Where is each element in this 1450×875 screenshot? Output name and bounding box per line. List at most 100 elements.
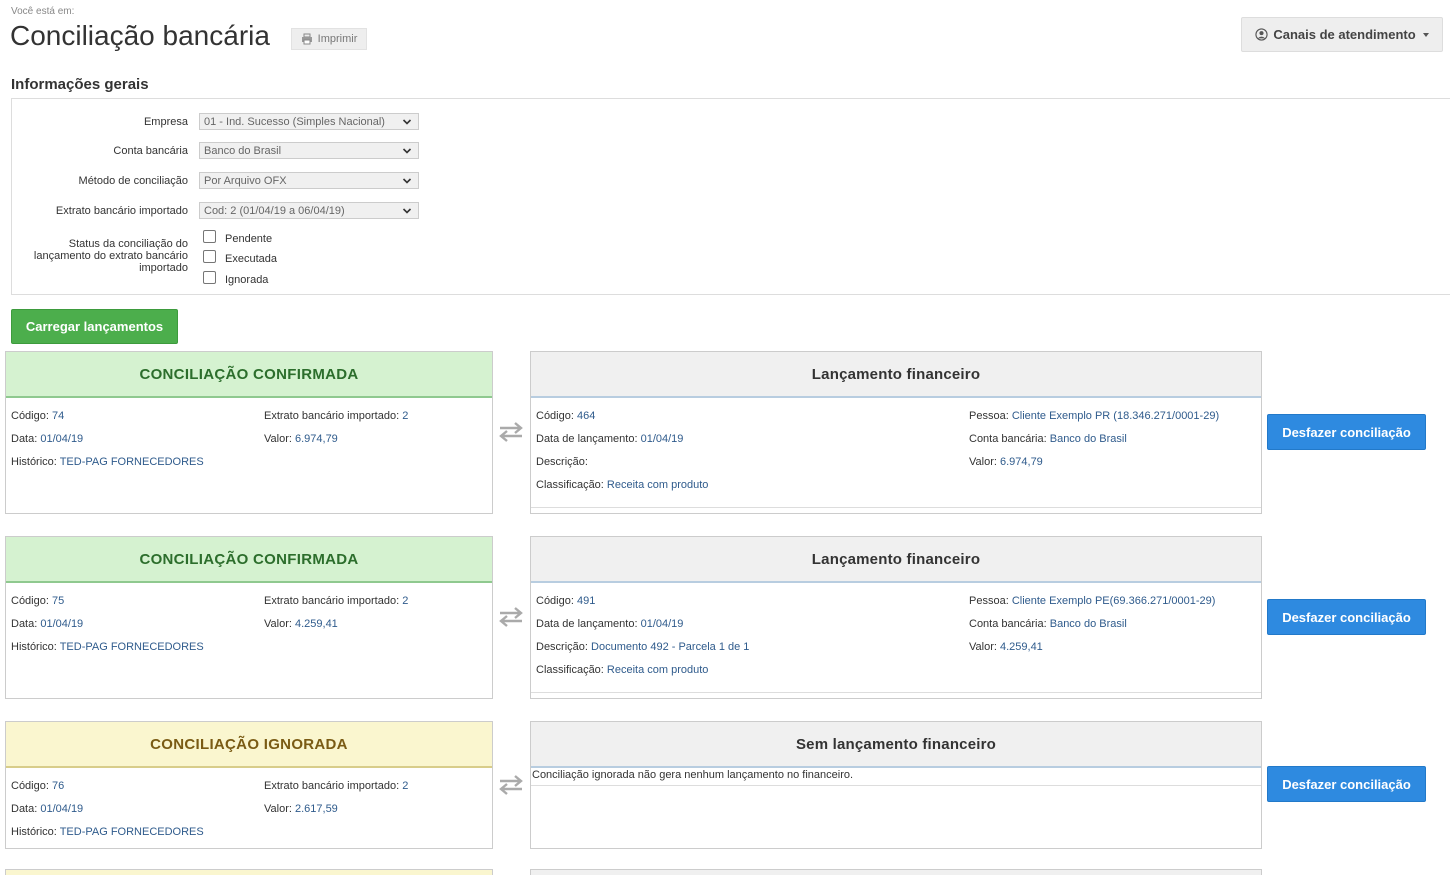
chevron-down-icon	[402, 178, 412, 184]
empresa-label: Empresa	[143, 116, 188, 128]
status-label: Status da conciliação do lançamento do e…	[33, 238, 188, 274]
fin-conta-value: Banco do Brasil	[1049, 618, 1127, 630]
financial-entry-title: Lançamento financeiro	[531, 537, 1261, 583]
metodo-select[interactable]: Por Arquivo OFX	[199, 172, 419, 189]
chevron-down-icon	[402, 208, 412, 214]
reconciliation-card: CONCILIAÇÃO IGNORADA Código: 76 Data: 01…	[5, 721, 493, 849]
canais-de-atendimento-button[interactable]: Canais de atendimento	[1241, 17, 1443, 52]
pendente-label: Pendente	[225, 233, 273, 245]
historico-label: Histórico:	[11, 456, 57, 468]
conta-label: Conta bancária	[113, 145, 188, 157]
fin-classificacao-value: Receita com produto	[606, 664, 709, 676]
historico-field: Histórico: TED-PAG FORNECEDORES	[11, 456, 204, 468]
fin-data-field: Data de lançamento: 01/04/19	[536, 433, 683, 445]
data-value: 01/04/19	[40, 618, 84, 630]
historico-label: Histórico:	[11, 826, 57, 838]
ignorada-checkbox[interactable]	[203, 270, 216, 284]
extrato-select[interactable]: Cod: 2 (01/04/19 a 06/04/19)	[199, 202, 419, 219]
empresa-select[interactable]: 01 - Ind. Sucesso (Simples Nacional)	[199, 113, 419, 130]
fin-descricao-value: Documento 492 - Parcela 1 de 1	[591, 641, 750, 653]
codigo-label: Código:	[11, 780, 49, 792]
fin-pessoa-value: Cliente Exemplo PR (18.346.271/0001-29)	[1011, 410, 1220, 422]
status-option-pendente[interactable]: Pendente	[203, 229, 273, 245]
fin-valor-value: 6.974,79	[999, 456, 1043, 468]
financial-entry-card: Sem lançamento financeiro Conciliação ig…	[530, 721, 1262, 849]
chevron-down-icon	[402, 119, 412, 125]
codigo-field: Código: 74	[11, 410, 64, 422]
fin-classificacao-field: Classificação: Receita com produto	[536, 664, 708, 676]
reconciliation-status: CONCILIAÇÃO CONFIRMADA	[6, 352, 492, 398]
fin-valor-label: Valor:	[969, 456, 997, 468]
financial-entry-card: Lançamento financeiro Código: 491 Data d…	[530, 536, 1262, 699]
section-title: Informações gerais	[11, 76, 149, 93]
fin-valor-field: Valor: 4.259,41	[969, 641, 1043, 653]
fin-data-label: Data de lançamento:	[536, 433, 638, 445]
next-financial-entry-card	[530, 869, 1262, 875]
print-label: Imprimir	[317, 33, 358, 45]
extrato-field: Extrato bancário importado: 2	[264, 410, 408, 422]
fin-codigo-field: Código: 464	[536, 410, 595, 422]
data-value: 01/04/19	[40, 803, 84, 815]
codigo-value: 76	[51, 780, 65, 792]
valor-field: Valor: 4.259,41	[264, 618, 338, 630]
fin-descricao-label: Descrição:	[536, 456, 588, 468]
historico-field: Histórico: TED-PAG FORNECEDORES	[11, 641, 204, 653]
status-option-executada[interactable]: Executada	[203, 249, 277, 265]
exchange-arrows-icon	[499, 775, 523, 795]
fin-classificacao-label: Classificação:	[536, 664, 604, 676]
codigo-field: Código: 75	[11, 595, 64, 607]
exchange-arrows-icon	[499, 607, 523, 627]
fin-pessoa-field: Pessoa: Cliente Exemplo PR (18.346.271/0…	[969, 410, 1219, 422]
valor-field: Valor: 6.974,79	[264, 433, 338, 445]
executada-label: Executada	[225, 253, 277, 265]
print-button[interactable]: Imprimir	[291, 28, 367, 50]
reconciliation-card: CONCILIAÇÃO CONFIRMADA Código: 75 Data: …	[5, 536, 493, 699]
codigo-field: Código: 76	[11, 780, 64, 792]
data-field: Data: 01/04/19	[11, 433, 83, 445]
financial-entry-card: Lançamento financeiro Código: 464 Data d…	[530, 351, 1262, 514]
desfazer-conciliacao-button[interactable]: Desfazer conciliação	[1267, 766, 1426, 802]
historico-value: TED-PAG FORNECEDORES	[59, 826, 204, 838]
valor-label: Valor:	[264, 803, 292, 815]
fin-pessoa-label: Pessoa:	[969, 410, 1009, 422]
extrato-field-label: Extrato bancário importado:	[264, 595, 400, 607]
fin-data-value: 01/04/19	[640, 433, 684, 445]
fin-data-label: Data de lançamento:	[536, 618, 638, 630]
desfazer-conciliacao-button[interactable]: Desfazer conciliação	[1267, 414, 1426, 450]
extrato-label: Extrato bancário importado	[55, 205, 188, 217]
financial-entry-title: Sem lançamento financeiro	[531, 722, 1261, 768]
exchange-arrows-icon	[499, 422, 523, 442]
desfazer-conciliacao-button[interactable]: Desfazer conciliação	[1267, 599, 1426, 635]
divider	[531, 692, 1261, 693]
codigo-value: 74	[51, 410, 65, 422]
breadcrumb: Você está em:	[11, 6, 75, 17]
carregar-lancamentos-button[interactable]: Carregar lançamentos	[11, 309, 178, 344]
fin-descricao-field: Descrição:	[536, 456, 588, 468]
pendente-checkbox[interactable]	[203, 229, 216, 243]
fin-pessoa-value: Cliente Exemplo PE(69.366.271/0001-29)	[1011, 595, 1216, 607]
user-circle-icon	[1255, 28, 1268, 41]
data-value: 01/04/19	[40, 433, 84, 445]
executada-checkbox[interactable]	[203, 249, 216, 263]
fin-descricao-field: Descrição: Documento 492 - Parcela 1 de …	[536, 641, 749, 653]
valor-label: Valor:	[264, 618, 292, 630]
extrato-select-value: Cod: 2 (01/04/19 a 06/04/19)	[204, 205, 345, 217]
fin-classificacao-label: Classificação:	[536, 479, 604, 491]
extrato-field-label: Extrato bancário importado:	[264, 410, 400, 422]
historico-value: TED-PAG FORNECEDORES	[59, 641, 204, 653]
fin-codigo-value: 491	[576, 595, 596, 607]
status-option-ignorada[interactable]: Ignorada	[203, 270, 268, 286]
historico-label: Histórico:	[11, 641, 57, 653]
conta-select[interactable]: Banco do Brasil	[199, 142, 419, 159]
empresa-row: Empresa 01 - Ind. Sucesso (Simples Nacio…	[12, 113, 432, 131]
fin-valor-field: Valor: 6.974,79	[969, 456, 1043, 468]
chevron-down-icon	[402, 148, 412, 154]
conta-select-value: Banco do Brasil	[204, 145, 282, 157]
extrato-value: 2	[402, 410, 409, 422]
fin-codigo-label: Código:	[536, 595, 574, 607]
fin-codigo-value: 464	[576, 410, 596, 422]
reconciliation-status: CONCILIAÇÃO CONFIRMADA	[6, 537, 492, 583]
page-title: Conciliação bancária	[10, 20, 270, 51]
canais-label: Canais de atendimento	[1273, 27, 1416, 42]
divider	[531, 507, 1261, 508]
